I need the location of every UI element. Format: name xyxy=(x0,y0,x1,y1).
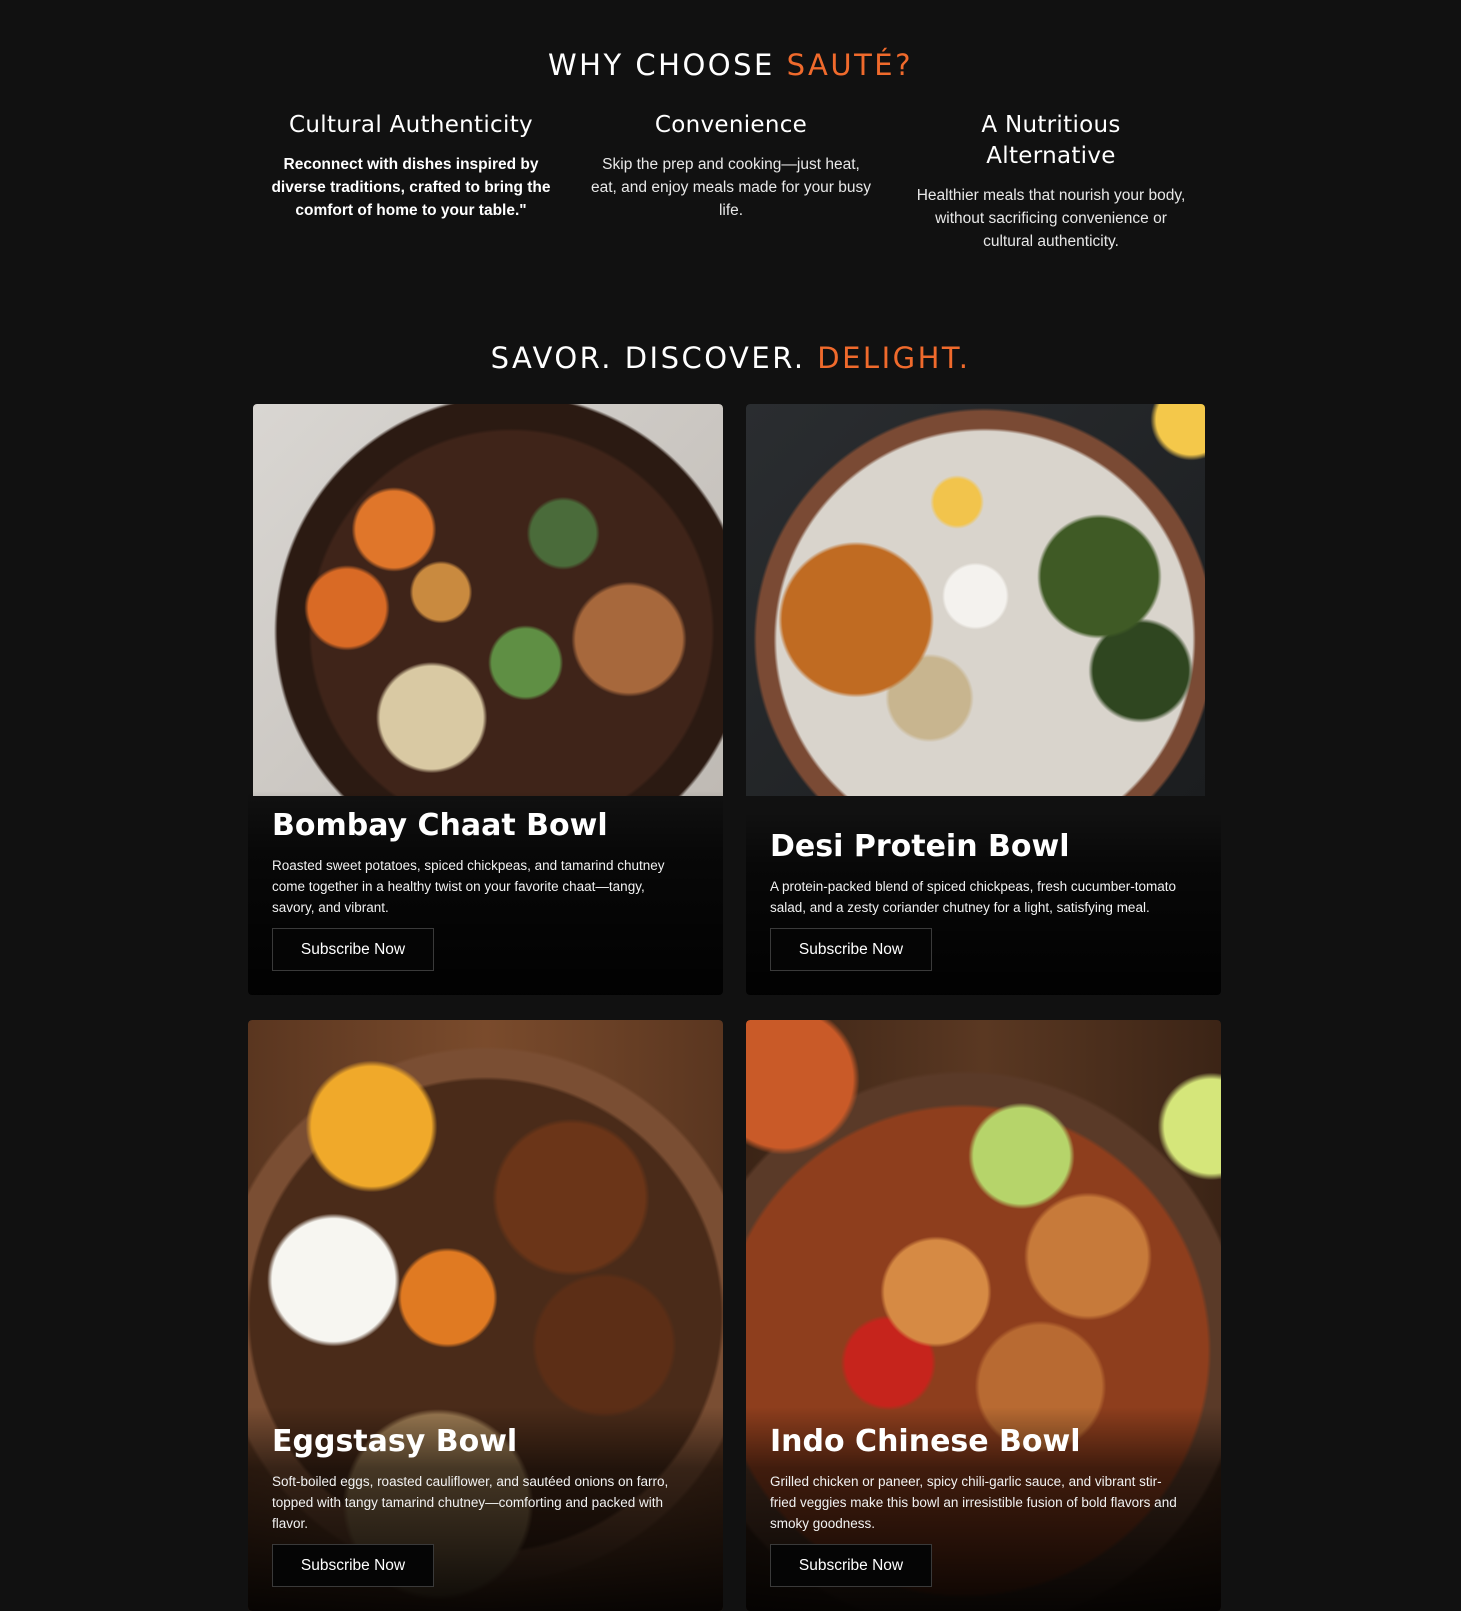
bowl-card-eggstasy: Eggstasy Bowl Soft-boiled eggs, roasted … xyxy=(248,1020,723,1611)
feature-text: Reconnect with dishes inspired by divers… xyxy=(271,156,551,219)
feature-cultural-authenticity: Cultural Authenticity Reconnect with dis… xyxy=(271,110,551,253)
features-row: Cultural Authenticity Reconnect with dis… xyxy=(271,110,1191,253)
bowl-description: A protein-packed blend of spiced chickpe… xyxy=(770,879,1176,915)
feature-nutritious-alternative: A Nutritious Alternative Healthier meals… xyxy=(911,110,1191,253)
bowl-description: Roasted sweet potatoes, spiced chickpeas… xyxy=(272,858,665,915)
bowl-photo xyxy=(253,404,723,796)
bowl-card-content: Bombay Chaat Bowl Roasted sweet potatoes… xyxy=(248,791,723,995)
subscribe-button[interactable]: Subscribe Now xyxy=(272,1544,434,1587)
feature-text: Healthier meals that nourish your body, … xyxy=(916,187,1186,250)
savor-title-accent: DELIGHT. xyxy=(817,341,971,375)
feature-title: Convenience xyxy=(654,112,808,138)
bowl-card-content: Desi Protein Bowl A protein-packed blend… xyxy=(746,812,1221,995)
savor-heading: SAVOR. DISCOVER. DELIGHT. xyxy=(0,341,1461,375)
why-title-accent: SAUTÉ? xyxy=(786,48,914,82)
bowl-name: Eggstasy Bowl xyxy=(272,1424,518,1459)
bowl-description: Soft-boiled eggs, roasted cauliflower, a… xyxy=(272,1474,669,1531)
subscribe-button[interactable]: Subscribe Now xyxy=(272,928,434,971)
feature-title: A Nutritious Alternative xyxy=(981,112,1121,169)
bowl-name: Indo Chinese Bowl xyxy=(770,1424,1081,1459)
why-title-prefix: WHY CHOOSE xyxy=(547,48,787,82)
feature-text: Skip the prep and cooking—just heat, eat… xyxy=(591,156,872,219)
why-choose-heading: WHY CHOOSE SAUTÉ? xyxy=(0,48,1461,82)
bowl-card-bombay-chaat: Bombay Chaat Bowl Roasted sweet potatoes… xyxy=(248,404,723,995)
bowl-name: Bombay Chaat Bowl xyxy=(272,808,608,843)
bowl-card-content: Eggstasy Bowl Soft-boiled eggs, roasted … xyxy=(248,1407,723,1611)
subscribe-button[interactable]: Subscribe Now xyxy=(770,1544,932,1587)
bowl-description: Grilled chicken or paneer, spicy chili-g… xyxy=(770,1474,1177,1531)
savor-title-prefix: SAVOR. DISCOVER. xyxy=(490,341,818,375)
subscribe-button[interactable]: Subscribe Now xyxy=(770,928,932,971)
bowl-card-indo-chinese: Indo Chinese Bowl Grilled chicken or pan… xyxy=(746,1020,1221,1611)
bowl-card-content: Indo Chinese Bowl Grilled chicken or pan… xyxy=(746,1407,1221,1611)
feature-title: Cultural Authenticity xyxy=(289,112,533,138)
bowl-photo xyxy=(746,404,1205,796)
bowl-name: Desi Protein Bowl xyxy=(770,829,1070,864)
bowl-card-desi-protein: Desi Protein Bowl A protein-packed blend… xyxy=(746,404,1221,995)
feature-convenience: Convenience Skip the prep and cooking—ju… xyxy=(591,110,871,253)
